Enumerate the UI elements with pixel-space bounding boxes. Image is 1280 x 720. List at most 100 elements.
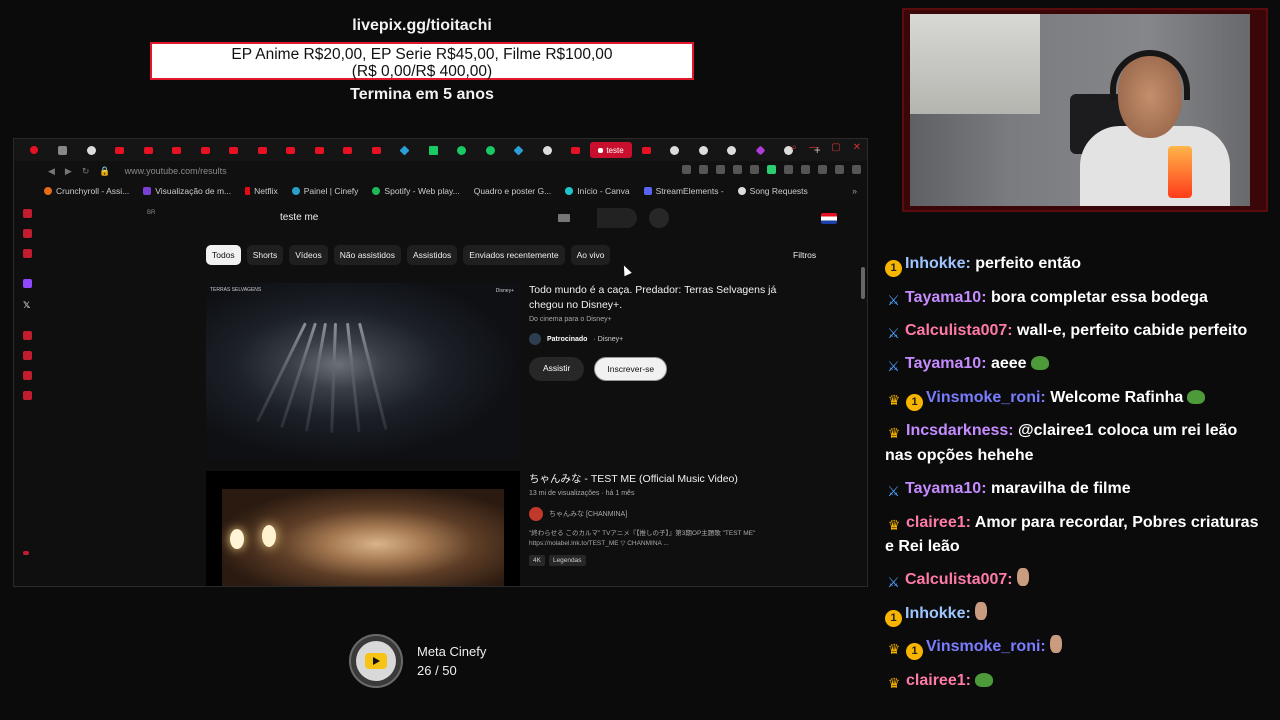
chip-todos[interactable]: Todos [206, 245, 241, 265]
tab-youtube[interactable] [334, 142, 363, 158]
extension-icon[interactable] [716, 165, 725, 174]
chip-enviados-recentemente[interactable]: Enviados recentemente [463, 245, 565, 265]
chat-username[interactable]: Tayama10: [905, 289, 987, 306]
reload-icon[interactable]: ↻ [82, 166, 90, 177]
chip-videos[interactable]: Vídeos [289, 245, 328, 265]
chevron-right-icon[interactable]: » [852, 186, 857, 196]
tab-cinefy[interactable] [505, 142, 534, 158]
mic-icon[interactable] [649, 208, 669, 228]
bookmark-crunchyroll[interactable]: Crunchyroll - Assi... [44, 186, 129, 196]
twitch-icon[interactable] [23, 279, 32, 288]
sidebar-icon[interactable] [23, 249, 32, 258]
tab-youtube[interactable] [220, 142, 249, 158]
search-button[interactable] [597, 208, 637, 228]
sidebar-icon[interactable] [23, 229, 32, 238]
close-icon[interactable]: ✕ [853, 142, 861, 153]
chip-assistidos[interactable]: Assistidos [407, 245, 458, 265]
avatar[interactable] [821, 213, 837, 224]
keyboard-icon[interactable] [558, 214, 570, 222]
tab-youtube[interactable] [163, 142, 192, 158]
x-icon[interactable]: 𝕏 [23, 301, 32, 310]
chat-username[interactable]: Inhokke: [905, 605, 971, 622]
extension-icon[interactable] [801, 165, 810, 174]
extension-icon[interactable] [784, 165, 793, 174]
chat-username[interactable]: Vinsmoke_roni: [926, 638, 1046, 655]
tab[interactable] [20, 142, 49, 158]
extension-icon[interactable] [699, 165, 708, 174]
filters-button[interactable]: Filtros [793, 250, 816, 260]
url-field[interactable]: www.youtube.com/results [125, 166, 227, 176]
extension-icon[interactable] [818, 165, 827, 174]
extension-icon[interactable] [767, 165, 776, 174]
extension-icon[interactable] [682, 165, 691, 174]
bookmark-streamelements[interactable]: StreamElements - [643, 186, 724, 196]
tab-youtube[interactable] [562, 142, 591, 158]
chat-username[interactable]: Calculista007: [905, 571, 1013, 588]
bookmark-cinefy[interactable]: Painel | Cinefy [291, 186, 358, 196]
crunchyroll-icon [44, 187, 52, 195]
back-icon[interactable]: ◀ [48, 166, 55, 177]
tab-google[interactable] [689, 142, 718, 158]
tab[interactable] [49, 142, 78, 158]
video-thumbnail[interactable] [206, 471, 520, 586]
ai-icon[interactable] [835, 165, 844, 174]
video-channel[interactable]: ちゃんみな [CHANMINA] [529, 507, 829, 521]
ad-title[interactable]: Todo mundo é a caça. Predador: Terras Se… [529, 283, 809, 313]
video-title[interactable]: ちゃんみな - TEST ME (Official Music Video) [529, 471, 829, 486]
tab-youtube[interactable] [362, 142, 391, 158]
bookmark-song-requests[interactable]: Song Requests [737, 186, 808, 196]
extension-icon[interactable] [733, 165, 742, 174]
sidebar-icon[interactable] [23, 551, 29, 555]
search-tabs-icon[interactable]: ⌕ [792, 142, 798, 153]
scrollbar[interactable] [861, 267, 865, 299]
tab-youtube[interactable] [632, 142, 661, 158]
chat-username[interactable]: Calculista007: [905, 322, 1013, 339]
chat-username[interactable]: Incsdarkness: [906, 422, 1014, 439]
tab-spotify[interactable] [476, 142, 505, 158]
tab-google[interactable] [533, 142, 562, 158]
tab-active[interactable]: teste [590, 142, 632, 158]
chat-username[interactable]: Inhokke: [905, 255, 971, 272]
tab-youtube[interactable] [134, 142, 163, 158]
chat-username[interactable]: Tayama10: [905, 355, 987, 372]
sidebar-icon[interactable] [23, 331, 32, 340]
chip-nao-assistidos[interactable]: Não assistidos [333, 245, 402, 265]
chip-ao-vivo[interactable]: Ao vivo [570, 245, 611, 265]
search-input[interactable]: teste me [262, 207, 582, 229]
bookmark-quadro[interactable]: Quadro e poster G... [474, 186, 551, 196]
heart-icon[interactable] [750, 165, 759, 174]
tab[interactable] [746, 142, 775, 158]
tab-youtube[interactable] [106, 142, 135, 158]
watch-button[interactable]: Assistir [529, 357, 585, 381]
chat-username[interactable]: Vinsmoke_roni: [926, 389, 1046, 406]
ad-thumbnail[interactable]: TERRAS SELVAGENS Disney+ [206, 283, 520, 460]
sidebar-icon[interactable] [23, 209, 32, 218]
tab-youtube[interactable] [277, 142, 306, 158]
bookmark-spotify[interactable]: Spotify - Web play... [372, 186, 460, 196]
chat-username[interactable]: clairee1: [906, 514, 971, 531]
bookmark-netflix[interactable]: Netflix [245, 186, 278, 196]
tab[interactable] [77, 142, 106, 158]
maximize-icon[interactable]: ▢ [831, 142, 840, 153]
subscribe-button[interactable]: Inscrever-se [594, 357, 668, 381]
tab-youtube[interactable] [305, 142, 334, 158]
chat-username[interactable]: clairee1: [906, 672, 971, 689]
chip-shorts[interactable]: Shorts [246, 245, 284, 265]
tab-google[interactable] [661, 142, 690, 158]
menu-icon[interactable] [852, 165, 861, 174]
bookmark-canva[interactable]: Início - Canva [565, 186, 630, 196]
badge-4k: 4K [529, 555, 545, 566]
tab[interactable] [419, 142, 448, 158]
sidebar-icon[interactable] [23, 391, 32, 400]
tab-spotify[interactable] [448, 142, 477, 158]
tab-youtube[interactable] [191, 142, 220, 158]
tab-cinefy[interactable] [391, 142, 420, 158]
bookmark-visualizacao[interactable]: Visualização de m... [143, 186, 231, 196]
tab-youtube[interactable] [248, 142, 277, 158]
tab-google[interactable] [718, 142, 747, 158]
chat-username[interactable]: Tayama10: [905, 480, 987, 497]
sidebar-icon[interactable] [23, 371, 32, 380]
clock-icon[interactable] [23, 351, 32, 360]
minimize-icon[interactable]: — [809, 142, 819, 153]
forward-icon[interactable]: ▶ [65, 166, 72, 177]
